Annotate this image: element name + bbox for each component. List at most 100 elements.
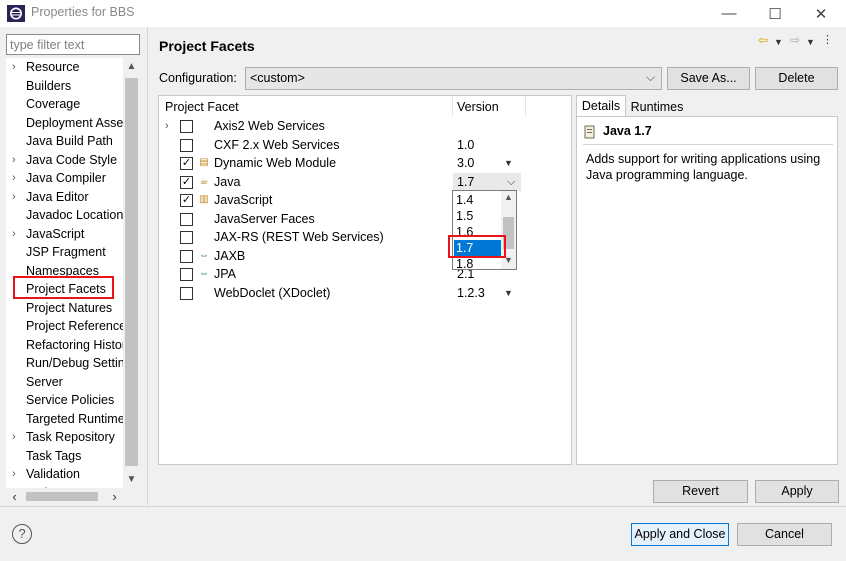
delete-button[interactable]: Delete: [755, 67, 838, 90]
column-divider[interactable]: [525, 96, 526, 116]
pane-splitter[interactable]: [147, 27, 148, 505]
version-option[interactable]: 1.4: [454, 192, 502, 208]
nav-item[interactable]: Run/Debug Settings: [6, 354, 126, 373]
maximize-button[interactable]: ☐: [752, 0, 798, 27]
facet-version[interactable]: 1.7: [457, 173, 474, 192]
tree-vertical-scrollbar[interactable]: ▲ ▼: [123, 58, 140, 488]
nav-item[interactable]: › Java Code Style: [6, 151, 126, 170]
nav-item[interactable]: › Resource: [6, 58, 126, 77]
view-menu-icon[interactable]: ⋮: [822, 33, 833, 46]
cancel-button[interactable]: Cancel: [737, 523, 832, 546]
chevron-right-icon[interactable]: ›: [12, 428, 16, 447]
java-icon: ☕: [199, 175, 209, 187]
chevron-right-icon[interactable]: ›: [165, 117, 169, 136]
chevron-right-icon[interactable]: ›: [12, 151, 16, 170]
configuration-select[interactable]: <custom> ⌵: [245, 67, 662, 90]
facet-checkbox[interactable]: [180, 231, 193, 244]
nav-item[interactable]: › Java Editor: [6, 188, 126, 207]
version-option[interactable]: 1.5: [454, 208, 502, 224]
facet-row[interactable]: WebDoclet (XDoclet) 1.2.3 ▼: [159, 284, 571, 303]
nav-item[interactable]: › Validation: [6, 465, 126, 484]
filter-input[interactable]: [6, 34, 140, 55]
back-menu-icon[interactable]: ▼: [774, 33, 783, 51]
nav-item[interactable]: Project Natures: [6, 299, 126, 318]
chevron-right-icon[interactable]: ›: [12, 465, 16, 484]
footer-separator: [0, 506, 846, 507]
facet-row[interactable]: ✓ ☕ Java ⌵ 1.7: [159, 172, 571, 192]
facet-checkbox[interactable]: [180, 120, 193, 133]
chevron-down-icon[interactable]: ⌵: [507, 173, 515, 192]
back-arrow-icon[interactable]: ⇦: [758, 33, 768, 47]
chevron-right-icon[interactable]: ›: [12, 58, 16, 77]
minimize-button[interactable]: —: [706, 0, 752, 27]
nav-item-label: Javadoc Location: [26, 208, 124, 222]
nav-item-label: Java Code Style: [26, 152, 118, 167]
dropdown-arrow-icon[interactable]: ▼: [504, 284, 513, 303]
nav-item[interactable]: Coverage: [6, 95, 126, 114]
nav-item[interactable]: Deployment Assembly: [6, 114, 126, 133]
column-header-facet[interactable]: Project Facet: [165, 100, 239, 114]
nav-item[interactable]: Javadoc Location: [6, 206, 126, 225]
property-pages-tree: › Resource Builders Coverage Deployment Asse…: [6, 58, 140, 490]
forward-menu-icon[interactable]: ▼: [806, 33, 815, 51]
nav-item[interactable]: Task Tags: [6, 447, 126, 466]
chevron-right-icon[interactable]: ›: [12, 188, 16, 207]
dropdown-arrow-icon[interactable]: ▼: [504, 154, 513, 173]
nav-item[interactable]: Java Build Path: [6, 132, 126, 151]
facet-row[interactable]: › Axis2 Web Services: [159, 117, 571, 136]
scroll-down-icon[interactable]: ▼: [123, 471, 140, 488]
scroll-right-icon[interactable]: ›: [106, 488, 123, 505]
facet-checkbox[interactable]: [180, 249, 193, 263]
nav-item[interactable]: › Java Compiler: [6, 169, 126, 188]
facet-checkbox[interactable]: [180, 138, 193, 152]
apply-and-close-button[interactable]: Apply and Close: [631, 523, 729, 546]
version-option[interactable]: 1.8: [454, 256, 502, 269]
column-divider[interactable]: [452, 96, 453, 116]
nav-item[interactable]: Service Policies: [6, 391, 126, 410]
scroll-thumb[interactable]: [26, 492, 98, 501]
tab-runtimes[interactable]: Runtimes: [627, 98, 687, 117]
facet-version[interactable]: 1.0: [457, 136, 474, 155]
facet-checkbox[interactable]: [180, 286, 193, 300]
scroll-left-icon[interactable]: ‹: [6, 488, 23, 505]
scroll-thumb[interactable]: [125, 78, 138, 466]
forward-arrow-icon[interactable]: ⇨: [790, 33, 800, 47]
facet-checkbox[interactable]: [180, 268, 193, 281]
java-jar-icon: [584, 125, 598, 139]
nav-item[interactable]: › Task Repository: [6, 428, 126, 447]
scroll-up-icon[interactable]: ▲: [123, 58, 140, 75]
facet-checkbox[interactable]: ✓: [180, 194, 193, 207]
chevron-right-icon[interactable]: ›: [12, 225, 16, 244]
facet-version[interactable]: 3.0: [457, 154, 474, 173]
facet-checkbox[interactable]: ✓: [180, 175, 193, 189]
nav-item[interactable]: Project References: [6, 317, 126, 336]
column-header-version[interactable]: Version: [457, 100, 499, 114]
details-description: Adds support for writing applications us…: [586, 152, 821, 182]
save-as-button[interactable]: Save As...: [667, 67, 750, 90]
nav-item[interactable]: › JavaScript: [6, 225, 126, 244]
help-icon[interactable]: ?: [12, 524, 32, 544]
facet-checkbox[interactable]: ✓: [180, 157, 193, 170]
facet-checkbox[interactable]: [180, 212, 193, 226]
nav-item-label: Builders: [26, 78, 72, 93]
apply-button[interactable]: Apply: [755, 480, 839, 503]
chevron-right-icon[interactable]: ›: [12, 169, 16, 188]
eclipse-app-icon: [7, 5, 25, 22]
facet-row[interactable]: CXF 2.x Web Services 1.0: [159, 136, 571, 155]
nav-item[interactable]: Refactoring History: [6, 336, 126, 355]
revert-button[interactable]: Revert: [653, 480, 748, 503]
facet-row[interactable]: ✓ ▤ Dynamic Web Module 3.0 ▼: [159, 154, 571, 173]
close-window-button[interactable]: ✕: [798, 0, 844, 27]
nav-item[interactable]: Server: [6, 373, 126, 392]
scroll-up-icon[interactable]: ▲: [501, 192, 516, 202]
nav-item[interactable]: JSP Fragment: [6, 243, 126, 262]
title-bar: Properties for BBS — ☐ ✕: [0, 0, 846, 27]
tree-horizontal-scrollbar[interactable]: ‹ ›: [6, 488, 140, 505]
nav-item[interactable]: Builders: [6, 77, 126, 96]
facet-version[interactable]: 1.2.3: [457, 284, 485, 303]
nav-item[interactable]: Targeted Runtimes: [6, 410, 126, 429]
tab-details[interactable]: Details: [576, 95, 626, 117]
java-version-dropdown-list[interactable]: 1.4 1.5 1.6 1.7 1.8 ▲ ▼: [452, 190, 517, 270]
nav-item-label: Java Build Path: [26, 134, 113, 148]
page-title: Project Facets: [159, 38, 255, 54]
